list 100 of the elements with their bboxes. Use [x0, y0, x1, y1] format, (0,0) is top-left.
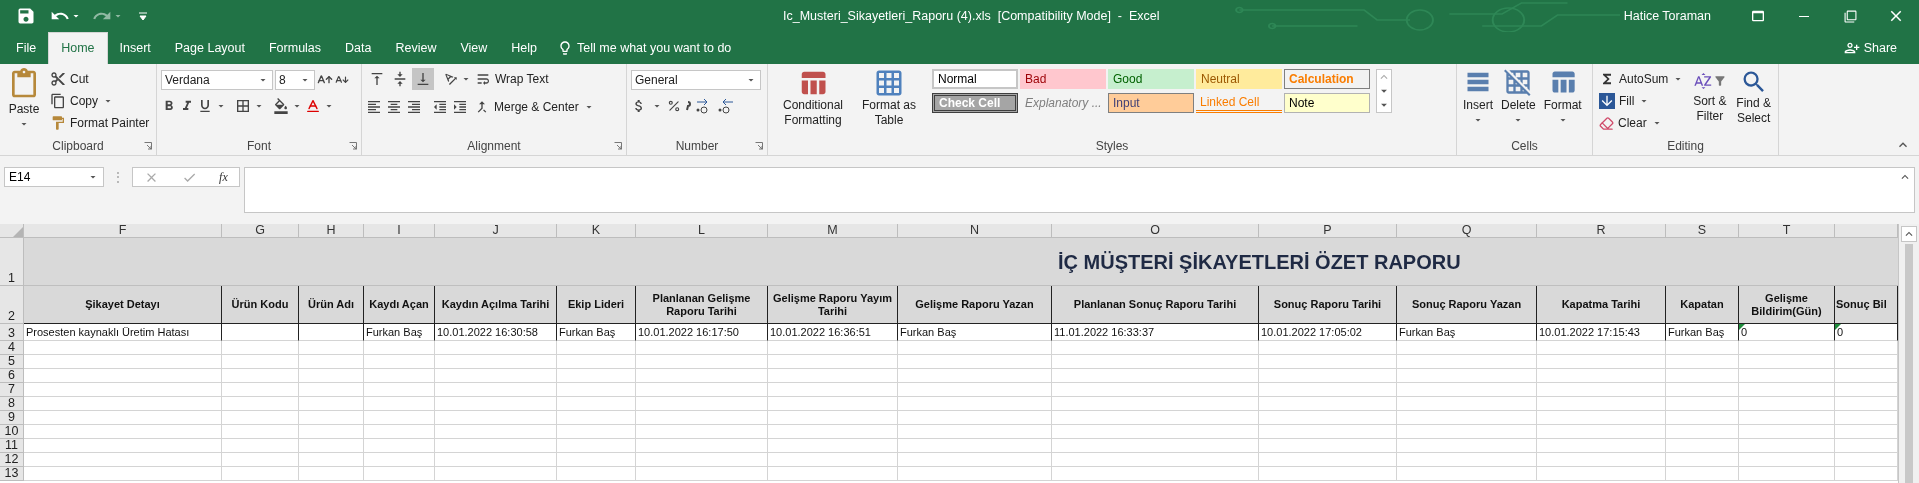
row-number[interactable]: 3	[0, 324, 24, 341]
vertical-align-button[interactable]	[412, 68, 434, 90]
autosum-button[interactable]: AutoSum	[1597, 68, 1687, 90]
ribbon-tab[interactable]: Insert	[107, 32, 163, 64]
orientation-icon[interactable]	[443, 71, 459, 87]
format-painter-button[interactable]: Format Painter	[48, 112, 152, 134]
row-number[interactable]: 6	[0, 369, 24, 383]
scroll-up-icon[interactable]	[1901, 226, 1917, 242]
increase-indent-icon[interactable]	[452, 99, 468, 115]
align-right-icon[interactable]	[406, 99, 422, 115]
row-number[interactable]: 8	[0, 397, 24, 411]
clear-button[interactable]: Clear	[1597, 112, 1687, 134]
table-cell: Furkan Baş	[1666, 324, 1739, 341]
row-number[interactable]: 7	[0, 383, 24, 397]
dialog-launcher-icon[interactable]	[349, 142, 357, 150]
share-button[interactable]: Share	[1833, 32, 1907, 64]
cells-button[interactable]: Insert	[1461, 68, 1495, 126]
save-icon[interactable]	[16, 6, 36, 26]
ribbon-tab[interactable]: View	[448, 32, 500, 64]
cut-button[interactable]: Cut	[48, 68, 152, 90]
row-number[interactable]: 2	[0, 286, 24, 324]
row-number[interactable]: 1	[0, 238, 24, 286]
align-left-icon[interactable]	[366, 99, 382, 115]
name-box[interactable]: E14	[4, 167, 104, 187]
fill-color-icon[interactable]	[273, 98, 289, 114]
cell-style-swatch[interactable]: Normal	[932, 69, 1018, 89]
column-header[interactable]: T	[1739, 224, 1835, 238]
fill-button[interactable]: Fill	[1597, 90, 1687, 112]
row-number[interactable]: 10	[0, 425, 24, 439]
ribbon-tab[interactable]: File	[4, 32, 49, 64]
decrease-decimal-icon[interactable]	[717, 98, 735, 114]
column-header[interactable]: M	[768, 224, 898, 238]
column-header[interactable]: G	[222, 224, 299, 238]
column-header[interactable]: F	[24, 224, 222, 238]
merge-center-button[interactable]: Merge & Center	[472, 96, 597, 118]
number-format-dropdown[interactable]: General	[631, 70, 761, 90]
cell-style-swatch[interactable]: Explanatory ...	[1020, 93, 1106, 113]
column-header[interactable]: S	[1666, 224, 1739, 238]
dialog-launcher-icon[interactable]	[755, 142, 763, 150]
customize-toolbar-icon[interactable]	[138, 11, 148, 21]
cell-style-swatch[interactable]: Bad	[1020, 69, 1106, 89]
cells-button[interactable]: Format	[1541, 68, 1584, 126]
column-header[interactable]: O	[1052, 224, 1259, 238]
dialog-launcher-icon[interactable]	[144, 142, 152, 150]
vertical-scrollbar[interactable]	[1898, 224, 1919, 483]
dialog-launcher-icon[interactable]	[614, 142, 622, 150]
cells-button[interactable]: Delete	[1499, 68, 1538, 126]
column-header[interactable]: Q	[1397, 224, 1537, 238]
format-as-table-button[interactable]: Format as Table	[858, 68, 920, 128]
decrease-indent-icon[interactable]	[432, 99, 448, 115]
row-number[interactable]: 9	[0, 411, 24, 425]
copy-button[interactable]: Copy	[48, 90, 152, 112]
font-name-dropdown[interactable]: Verdana	[161, 70, 273, 90]
row-number[interactable]: 4	[0, 341, 24, 355]
scrollbar-thumb[interactable]	[1905, 244, 1913, 483]
column-heading-cell: Ekip Lideri	[557, 286, 636, 324]
table-cell: Furkan Baş	[1397, 324, 1537, 341]
percent-icon[interactable]	[667, 99, 681, 113]
table-cell: 10.01.2022 16:17:50	[636, 324, 768, 341]
font-color-icon[interactable]	[305, 98, 321, 114]
tell-me-search[interactable]: Tell me what you want to do	[549, 32, 740, 64]
cell-style-swatch[interactable]: Good	[1108, 69, 1194, 89]
ribbon-tab[interactable]: Help	[499, 32, 550, 64]
column-header[interactable]: H	[299, 224, 364, 238]
font-size-dropdown[interactable]: 8	[275, 70, 315, 90]
wrap-text-button[interactable]: Wrap Text	[473, 68, 551, 90]
row-number[interactable]: 11	[0, 439, 24, 453]
column-header[interactable]: I	[364, 224, 435, 238]
ribbon-tab[interactable]: Data	[333, 32, 384, 64]
column-heading-cell: Gelişme Raporu Yazan	[898, 286, 1052, 324]
column-heading-cell: Kapatan	[1666, 286, 1739, 324]
formula-input[interactable]	[244, 167, 1915, 213]
align-center-icon[interactable]	[386, 99, 402, 115]
row-number[interactable]: 12	[0, 453, 24, 467]
find-select-button[interactable]: Find & Select	[1733, 68, 1774, 126]
column-header[interactable]: K	[557, 224, 636, 238]
underline-icon[interactable]	[197, 98, 213, 114]
cell-style-swatch[interactable]: Neutral	[1196, 69, 1282, 89]
column-header[interactable]: R	[1537, 224, 1666, 238]
select-all-corner[interactable]	[0, 224, 24, 238]
ribbon-tab[interactable]: Home	[48, 32, 108, 64]
ribbon-tab[interactable]: Page Layout	[162, 32, 257, 64]
row-number[interactable]: 5	[0, 355, 24, 369]
sort-filter-button[interactable]: Sort & Filter	[1690, 68, 1730, 124]
column-header[interactable]: J	[435, 224, 557, 238]
table-cell: 10.01.2022 16:30:58	[435, 324, 557, 341]
insert-function-button[interactable]: fx	[219, 168, 228, 186]
cell-style-swatch[interactable]: Input	[1108, 93, 1194, 113]
column-header[interactable]: L	[636, 224, 768, 238]
conditional-formatting-button[interactable]: Conditional Formatting	[772, 68, 854, 128]
borders-icon[interactable]	[235, 98, 251, 114]
column-heading-cell: Ürün Adı	[299, 286, 364, 324]
column-header[interactable]: N	[898, 224, 1052, 238]
ribbon-tab[interactable]: Review	[383, 32, 449, 64]
comma-style-icon[interactable]	[685, 101, 691, 111]
row-number[interactable]: 13	[0, 467, 24, 481]
column-header[interactable]: P	[1259, 224, 1397, 238]
paste-button[interactable]: Paste	[4, 68, 44, 130]
cell-style-swatch[interactable]: Note	[1284, 93, 1370, 113]
ribbon-tab[interactable]: Formulas	[256, 32, 334, 64]
